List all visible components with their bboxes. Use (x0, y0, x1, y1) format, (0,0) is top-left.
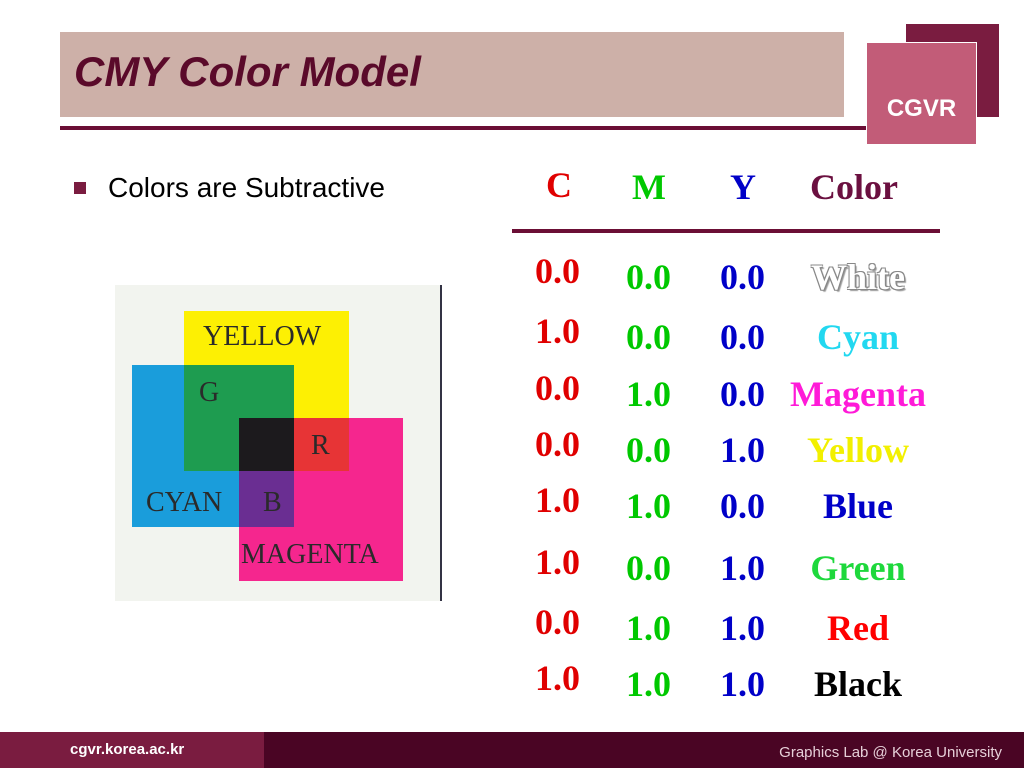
cell-c: 1.0 (535, 311, 580, 351)
black-overlap (239, 418, 294, 471)
footer-bar: cgvr.korea.ac.kr Graphics Lab @ Korea Un… (0, 732, 1024, 768)
cell-m: 0.0 (626, 548, 671, 588)
cell-c: 0.0 (535, 424, 580, 464)
cell-c: 1.0 (535, 658, 580, 698)
footer-url: cgvr.korea.ac.kr (70, 741, 185, 758)
footer-left-panel: cgvr.korea.ac.kr (0, 732, 264, 768)
footer-credit: Graphics Lab @ Korea University (779, 744, 1002, 761)
cell-color-name: Cyan (816, 317, 900, 357)
logo-badge: CGVR (866, 42, 977, 145)
title-bar: CMY Color Model (60, 32, 844, 117)
header-y: Y (730, 167, 756, 207)
label-g: G (199, 377, 220, 408)
cell-c: 1.0 (535, 480, 580, 520)
cell-c: 0.0 (535, 602, 580, 642)
cell-y: 1.0 (720, 664, 765, 704)
cell-m: 1.0 (626, 608, 671, 648)
cell-y: 1.0 (720, 430, 765, 470)
cell-y: 1.0 (720, 608, 765, 648)
cell-c: 1.0 (535, 542, 580, 582)
label-r: R (311, 430, 330, 461)
cmy-overlap-diagram: YELLOW G R CYAN B MAGENTA (115, 285, 442, 601)
cell-m: 0.0 (626, 257, 671, 297)
cell-m: 1.0 (626, 486, 671, 526)
header-color: Color (810, 167, 898, 207)
label-yellow: YELLOW (203, 321, 322, 352)
cell-c: 0.0 (535, 368, 580, 408)
label-cyan: CYAN (146, 487, 223, 518)
cell-y: 0.0 (720, 486, 765, 526)
cell-y: 0.0 (720, 374, 765, 414)
header-c: C (546, 165, 572, 205)
title-divider (60, 126, 870, 130)
cell-y: 1.0 (720, 548, 765, 588)
cell-y: 0.0 (720, 317, 765, 357)
table-header-divider (512, 229, 940, 233)
cell-color-name: Blue (822, 486, 893, 526)
cell-m: 0.0 (626, 317, 671, 357)
cell-color-name: White (811, 257, 905, 297)
bullet-square-icon (74, 182, 86, 194)
cell-m: 1.0 (626, 374, 671, 414)
cell-y: 0.0 (720, 257, 765, 297)
cell-color-name: Magenta (790, 374, 926, 414)
cell-color-name: Red (827, 608, 889, 648)
header-m: M (632, 167, 666, 207)
label-magenta: MAGENTA (241, 539, 379, 570)
cell-color-name: Green (810, 548, 906, 588)
cell-m: 0.0 (626, 430, 671, 470)
cell-color-name: Yellow (807, 430, 909, 470)
cell-m: 1.0 (626, 664, 671, 704)
label-b: B (263, 487, 282, 518)
bullet-text: Colors are Subtractive (108, 172, 386, 203)
cell-color-name: Black (813, 664, 902, 704)
cell-c: 0.0 (535, 251, 580, 291)
slide-title: CMY Color Model (74, 48, 421, 95)
logo-text: CGVR (886, 95, 957, 122)
